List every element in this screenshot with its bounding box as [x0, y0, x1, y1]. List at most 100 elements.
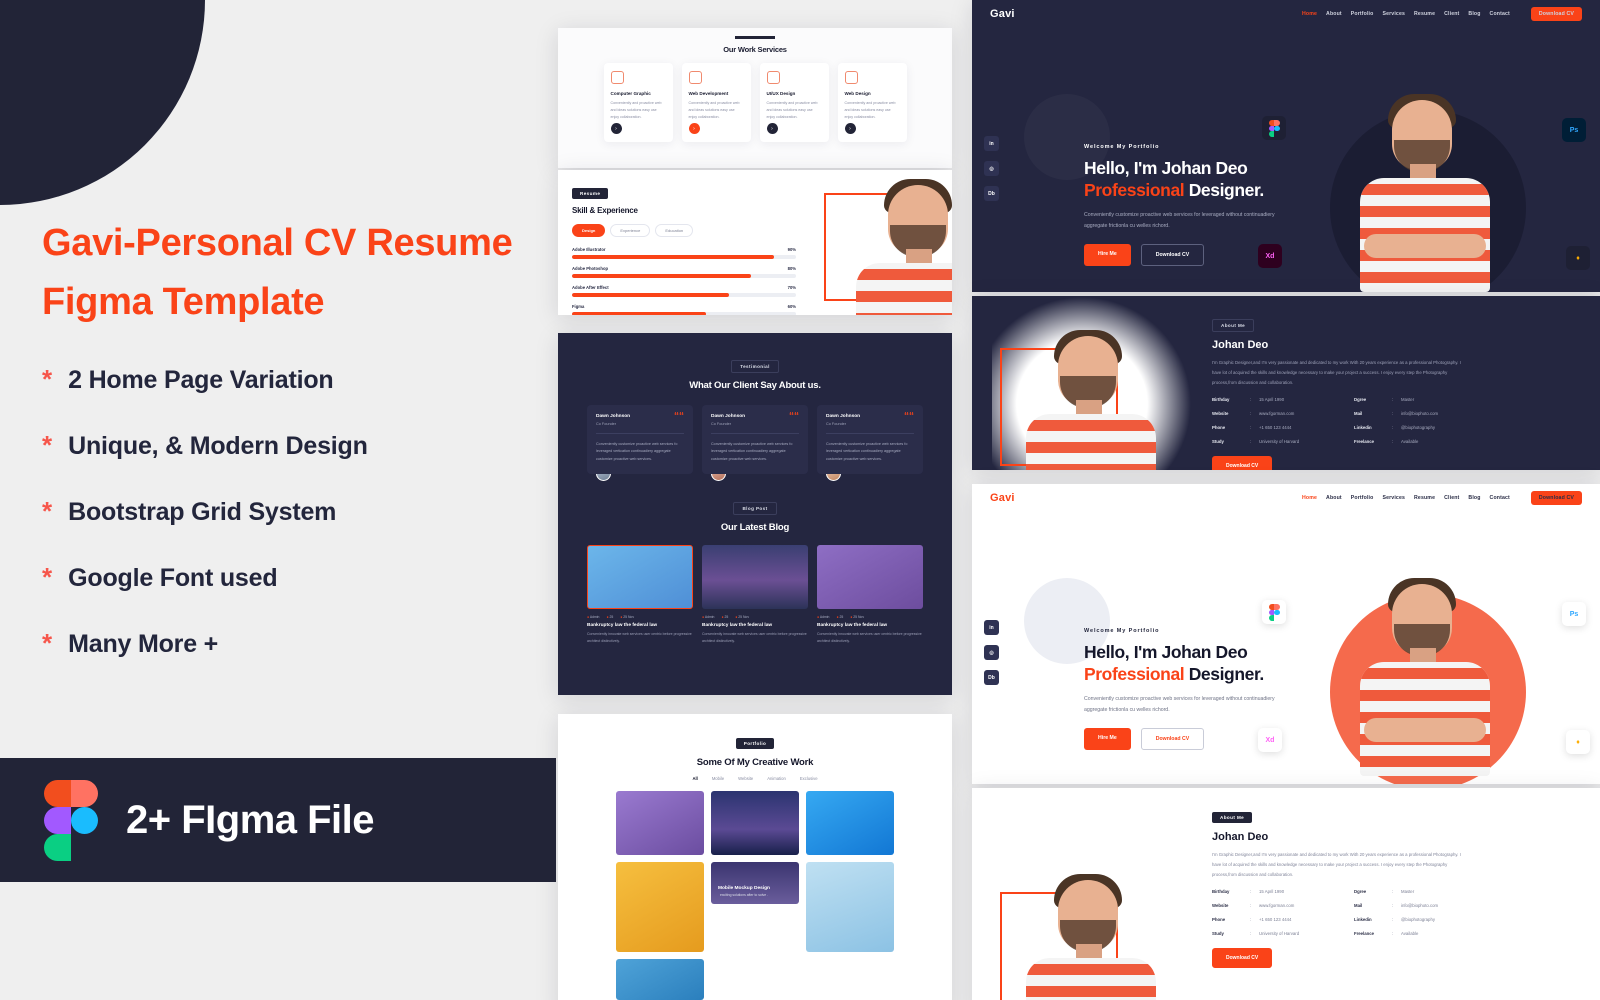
mockup-hero-dark[interactable]: Gavi Home About Portfolio Services Resum… — [972, 0, 1600, 292]
feature-label: Many More + — [68, 630, 219, 658]
feature-label: Google Font used — [68, 564, 278, 592]
brand-logo[interactable]: Gavi — [990, 492, 1015, 504]
tab-experience[interactable]: Experience — [610, 224, 651, 237]
nav-links[interactable]: Home About Portfolio Services Resume Cli… — [1302, 7, 1582, 21]
dribbble-icon[interactable]: Db — [984, 186, 999, 201]
download-cv-button[interactable]: Download CV — [1212, 948, 1273, 969]
nav-item-services[interactable]: Services — [1382, 495, 1405, 501]
fact-website: Website: www.fgorman.com — [1212, 903, 1295, 909]
arrow-icon[interactable]: › — [610, 123, 622, 134]
fact-mail: Mail: info@biophoto.com — [1354, 411, 1439, 417]
blog-card[interactable]: ● Admin ● 25 ● 25 Nov Bankruptcy law the… — [587, 545, 693, 645]
resume-heading: Skill & Experience — [572, 206, 638, 215]
nav-item-services[interactable]: Services — [1382, 11, 1405, 17]
nav-item-resume[interactable]: Resume — [1414, 11, 1435, 17]
download-cv-button[interactable]: Download CV — [1140, 243, 1205, 266]
brand-logo[interactable]: Gavi — [990, 8, 1015, 20]
instagram-icon[interactable]: ◎ — [984, 161, 999, 176]
social-links[interactable]: in ◎ Db — [984, 620, 999, 685]
portfolio-item[interactable] — [616, 791, 704, 855]
hero-eyebrow: Welcome My Portfolio — [1084, 628, 1160, 634]
fact-linkedin: Linkedin: @biophotography — [1354, 425, 1435, 431]
client-name: Dawn Johnson — [826, 414, 861, 419]
mockup-resume-section[interactable]: Resume Skill & Experience Design Experie… — [558, 170, 952, 315]
linkedin-icon[interactable]: in — [984, 136, 999, 151]
download-cv-button[interactable]: Download CV — [1530, 7, 1582, 21]
portfolio-grid: Mobile Mockup Design exciting solutions … — [558, 791, 952, 1000]
nav-item-about[interactable]: About — [1326, 495, 1342, 501]
nav-item-contact[interactable]: Contact — [1490, 11, 1510, 17]
portfolio-item[interactable] — [806, 791, 894, 855]
hero-photo: Ps Xd ♦ — [1258, 566, 1590, 784]
nav-item-blog[interactable]: Blog — [1468, 495, 1480, 501]
figma-logo-icon — [44, 780, 98, 861]
arrow-icon[interactable]: › — [688, 123, 700, 134]
portfolio-item[interactable] — [711, 791, 799, 855]
mockup-portfolio-section[interactable]: Portfolio Some Of My Creative Work All M… — [558, 714, 952, 1000]
nav-item-client[interactable]: Client — [1444, 495, 1459, 501]
nav-item-resume[interactable]: Resume — [1414, 495, 1435, 501]
nav-item-home[interactable]: Home — [1302, 495, 1317, 501]
hero-buttons[interactable]: Hire Me Download CV — [1084, 727, 1334, 750]
resume-tabs[interactable]: Design Experience Education — [572, 224, 796, 237]
hire-me-button[interactable]: Hire Me — [1084, 727, 1131, 750]
instagram-icon[interactable]: ◎ — [984, 645, 999, 660]
nav-item-portfolio[interactable]: Portfolio — [1351, 495, 1374, 501]
arrow-icon[interactable]: › — [844, 123, 856, 134]
quote-icon: ““ — [789, 411, 799, 422]
hire-me-button[interactable]: Hire Me — [1084, 243, 1131, 266]
nav-links[interactable]: Home About Portfolio Services Resume Cli… — [1302, 491, 1582, 505]
portfolio-item[interactable] — [616, 862, 704, 952]
nav-item-blog[interactable]: Blog — [1468, 11, 1480, 17]
tab-design[interactable]: Design — [572, 224, 606, 237]
linkedin-icon[interactable]: in — [984, 620, 999, 635]
filter-website[interactable]: Website — [738, 776, 753, 781]
portfolio-item[interactable] — [616, 959, 704, 1000]
download-cv-button[interactable]: Download CV — [1212, 456, 1273, 470]
testimonial-card[interactable]: ““ Dawn Johnson Co Founder Conveniently … — [817, 405, 923, 475]
mockup-hero-light[interactable]: Gavi Home About Portfolio Services Resum… — [972, 484, 1600, 784]
hero-buttons[interactable]: Hire Me Download CV — [1084, 243, 1334, 266]
service-card[interactable]: Web Development Conveniently and proacti… — [681, 63, 751, 142]
quote-icon: ““ — [904, 411, 914, 422]
nav-item-portfolio[interactable]: Portfolio — [1351, 11, 1374, 17]
filter-all[interactable]: All — [692, 776, 697, 781]
skill-name: Adobe After Effect — [572, 285, 609, 290]
testimonial-card[interactable]: ““ Dawn Johnson Co Founder Conveniently … — [702, 405, 808, 475]
photoshop-tool-icon: Ps — [1562, 602, 1586, 626]
nav-item-contact[interactable]: Contact — [1490, 495, 1510, 501]
blog-comments: 25 — [609, 615, 614, 620]
testimonial-card[interactable]: ““ Dawn Johnson Co Founder Conveniently … — [587, 405, 693, 475]
nav-item-client[interactable]: Client — [1444, 11, 1459, 17]
mockup-about-light[interactable]: About Me Johan Deo I'm Graphic Designer,… — [972, 788, 1600, 1000]
blog-card[interactable]: ● Admin ● 25 ● 25 Nov Bankruptcy law the… — [817, 545, 923, 645]
filter-mobile[interactable]: Mobile — [712, 776, 724, 781]
portfolio-item[interactable] — [806, 862, 894, 952]
download-cv-button[interactable]: Download CV — [1530, 491, 1582, 505]
nav-item-about[interactable]: About — [1326, 11, 1342, 17]
service-card[interactable]: Computer Graphic Conveniently and proact… — [603, 63, 673, 142]
about-photo — [972, 296, 1212, 470]
blog-card[interactable]: ● Admin ● 25 ● 25 Nov Bankruptcy law the… — [702, 545, 808, 645]
blog-title: Bankruptcy law the federal law — [817, 623, 888, 629]
mockup-services-section[interactable]: Our Work Services Computer Graphic Conve… — [558, 28, 952, 168]
mockup-testimonial-blog-section[interactable]: Testimonial What Our Client Say About us… — [558, 333, 952, 695]
portfolio-filters[interactable]: All Mobile Website Animation Exclusive — [558, 776, 952, 781]
tab-education[interactable]: Education — [655, 224, 694, 237]
service-card[interactable]: UI/UX Design Conveniently and proactive … — [759, 63, 829, 142]
portfolio-item[interactable]: Mobile Mockup Design exciting solutions … — [711, 862, 799, 904]
social-links[interactable]: in ◎ Db — [984, 136, 999, 201]
navbar[interactable]: Gavi Home About Portfolio Services Resum… — [972, 0, 1600, 28]
navbar[interactable]: Gavi Home About Portfolio Services Resum… — [972, 484, 1600, 512]
mockup-about-dark[interactable]: About Me Johan Deo I'm Graphic Designer,… — [972, 296, 1600, 470]
nav-item-home[interactable]: Home — [1302, 11, 1317, 17]
hero-section: in ◎ Db Welcome My Portfolio Hello, I'm … — [972, 28, 1600, 292]
service-card[interactable]: Web Design Conveniently and proactive we… — [837, 63, 907, 142]
filter-exclusive[interactable]: Exclusive — [800, 776, 818, 781]
download-cv-button[interactable]: Download CV — [1140, 727, 1205, 750]
filter-animation[interactable]: Animation — [767, 776, 786, 781]
dribbble-icon[interactable]: Db — [984, 670, 999, 685]
arrow-icon[interactable]: › — [766, 123, 778, 134]
client-name: Dawn Johnson — [596, 414, 631, 419]
sketch-tool-icon: ♦ — [1566, 246, 1590, 270]
